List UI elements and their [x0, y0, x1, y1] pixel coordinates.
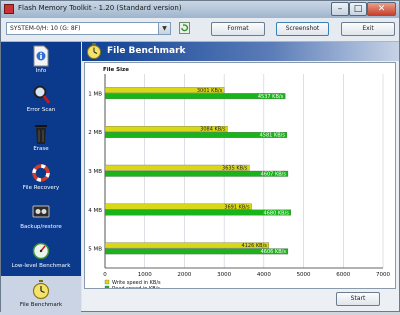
sidebar-item-label: Backup/restore [20, 224, 62, 230]
sidebar-item-label: Erase [33, 146, 49, 152]
gauge-icon [32, 242, 50, 260]
x-tick-label: 5000 [297, 272, 311, 278]
chevron-down-icon[interactable]: ▼ [158, 23, 170, 34]
sidebar-item-label: Info [35, 68, 47, 74]
legend-label: Read speed in KB/s [112, 286, 160, 288]
sidebar-item-info[interactable]: Info [1, 42, 81, 81]
app-window: Flash Memory Toolkit - 1.20 (Standard ve… [0, 0, 400, 315]
sidebar-item-backup-restore[interactable]: Backup/restore [1, 198, 81, 237]
x-tick-label: 0 [103, 272, 107, 278]
sidebar-item-file-benchmark[interactable]: File Benchmark [1, 276, 81, 315]
window-title: Flash Memory Toolkit - 1.20 (Standard ve… [18, 4, 182, 12]
category-label: 3 MB [88, 169, 102, 175]
sidebar-item-file-recovery[interactable]: File Recovery [1, 159, 81, 198]
data-label: 4680 KB/s [264, 210, 290, 216]
x-tick-label: 3000 [217, 272, 231, 278]
x-tick-label: 2000 [177, 272, 191, 278]
benchmark-header: File Benchmark [82, 42, 399, 61]
trash-icon [35, 125, 47, 144]
exit-button[interactable]: Exit [341, 22, 395, 36]
app-icon [4, 4, 14, 14]
drive-select-value: SYSTEM-0/H: 10 (G: 8F) [10, 25, 81, 32]
category-label: 4 MB [88, 208, 102, 214]
stopwatch-icon [87, 43, 101, 59]
main-panel: File Benchmark File Size 0 1000 2000 3000 400… [82, 42, 399, 311]
sidebar-item-erase[interactable]: Erase [1, 120, 81, 159]
x-tick-label: 7000 [376, 272, 390, 278]
legend-swatch [104, 285, 110, 288]
benchmark-chart: File Size 0 1000 2000 3000 4000 5000 6000 7000 1 … [84, 62, 396, 289]
chart-canvas: File Size 0 1000 2000 3000 4000 5000 6000 7000 1 … [88, 67, 390, 288]
legend-swatch [104, 279, 110, 285]
category-label: 1 MB [88, 91, 102, 97]
drive-select[interactable]: SYSTEM-0/H: 10 (G: 8F) ▼ [6, 22, 171, 35]
x-tick-label: 4000 [257, 272, 271, 278]
y-axis-title: File Size [103, 67, 129, 73]
data-label: 4537 KB/s [258, 94, 284, 100]
lifebuoy-icon [32, 164, 50, 182]
tape-icon [32, 205, 50, 218]
info-icon [33, 45, 49, 67]
sidebar-item-low-level-benchmark[interactable]: Low-level Benchmark [1, 237, 81, 276]
data-label: 4581 KB/s [260, 133, 286, 139]
x-tick-label: 6000 [336, 272, 350, 278]
data-label: 3084 KB/s [200, 127, 226, 133]
category-label: 2 MB [88, 130, 102, 136]
data-label: 3001 KB/s [197, 88, 223, 94]
maximize-button[interactable]: □ [349, 2, 367, 16]
category-label: 5 MB [88, 247, 102, 253]
magnifier-icon [33, 85, 50, 104]
sidebar-item-label: File Recovery [22, 185, 60, 191]
data-label: 3635 KB/s [222, 166, 248, 172]
title-bar: Flash Memory Toolkit - 1.20 (Standard ve… [1, 1, 399, 18]
start-button[interactable]: Start [336, 292, 380, 306]
sidebar-item-label: Error Scan [26, 107, 56, 113]
toolbar: SYSTEM-0/H: 10 (G: 8F) ▼ Format Screensh… [1, 18, 399, 42]
data-label: 4607 KB/s [261, 172, 287, 178]
page-title: File Benchmark [107, 46, 186, 56]
data-label: 4606 KB/s [261, 249, 287, 255]
close-button[interactable]: ✕ [367, 2, 396, 16]
stopwatch-icon [32, 280, 50, 300]
data-label: 3691 KB/s [224, 204, 250, 210]
format-button[interactable]: Format [211, 22, 265, 36]
sidebar: Info Error Scan Erase File Recovery Back… [1, 42, 81, 315]
sidebar-item-label: File Benchmark [19, 302, 63, 308]
sidebar-item-error-scan[interactable]: Error Scan [1, 81, 81, 120]
x-tick-label: 1000 [138, 272, 152, 278]
sidebar-item-label: Low-level Benchmark [11, 263, 71, 269]
screenshot-button[interactable]: Screenshot [276, 22, 329, 36]
minimize-button[interactable]: – [331, 2, 349, 16]
refresh-icon[interactable] [179, 22, 190, 34]
